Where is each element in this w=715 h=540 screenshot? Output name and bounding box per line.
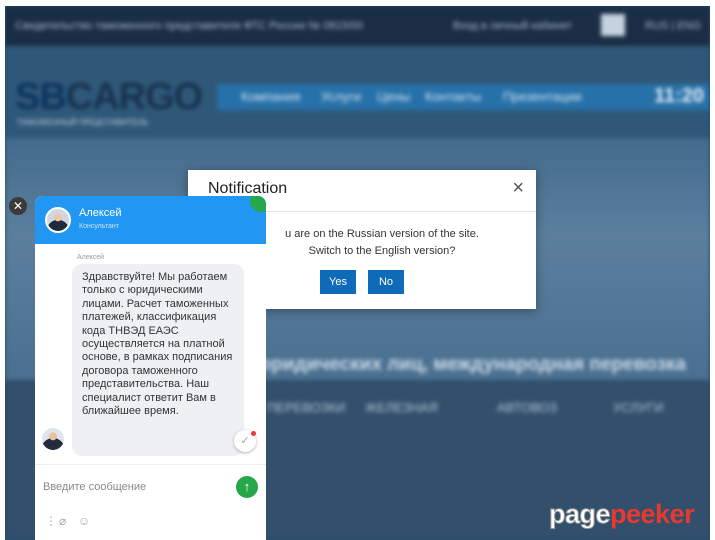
site-header: SBCARGO ТАМОЖЕННЫЙ ПРЕДСТАВИТЕЛЬ Компани… [5, 46, 710, 138]
sbcargo-logo[interactable]: SBCARGO [15, 76, 203, 119]
chat-header: Алексей Консультант [35, 196, 266, 244]
emoji-icon[interactable]: ☺ [78, 514, 90, 528]
close-icon[interactable]: × [512, 178, 524, 198]
online-indicator [250, 196, 266, 212]
login-link[interactable]: Вход в личный кабинет [453, 20, 572, 32]
category-services[interactable]: УСЛУГИ [613, 400, 663, 415]
nav-item-prices[interactable]: Цены [377, 89, 410, 104]
pagepeeker-watermark: pagepeeker [548, 499, 695, 530]
message-avatar [42, 428, 64, 450]
category-auto[interactable]: АВТОВОЗ [497, 400, 557, 415]
logo-sb: SB [15, 76, 67, 118]
header-clock: 11:20 [653, 85, 704, 107]
logo-subtitle: ТАМОЖЕННЫЙ ПРЕДСТАВИТЕЛЬ [17, 118, 149, 127]
main-nav: Компания Услуги Цены Контакты Презентаци… [217, 84, 710, 110]
login-icon[interactable] [601, 14, 625, 36]
screenshot-frame: Свидетельство таможенного представителя … [5, 6, 710, 540]
agent-name: Алексей [79, 207, 122, 219]
yes-button[interactable]: Yes [320, 270, 356, 294]
more-options-icon[interactable]: ⋮ [45, 514, 57, 528]
language-switcher[interactable]: RUS | ENG [645, 20, 701, 32]
logo-cargo: CARGO [65, 76, 203, 118]
chat-widget: Алексей Консультант Алексей Здравствуйте… [35, 196, 266, 540]
site-topbar: Свидетельство таможенного представителя … [5, 6, 710, 46]
chat-close-icon[interactable]: ✕ [9, 197, 27, 215]
send-button[interactable]: ↑ [236, 476, 258, 498]
customs-certificate-text: Свидетельство таможенного представителя … [15, 20, 364, 32]
nav-item-services[interactable]: Услуги [321, 89, 361, 104]
category-railway[interactable]: ЖЕЛЕЗНАЯ [365, 400, 438, 415]
chat-message-bubble: Здравствуйте! Мы работаем только с юриди… [72, 264, 244, 456]
agent-avatar [45, 207, 71, 233]
message-input[interactable] [43, 479, 223, 495]
watermark-page: page [548, 499, 611, 530]
hero-headline: юридических лиц, международная перевозка [255, 354, 686, 375]
nav-item-presentations[interactable]: Презентации [503, 89, 582, 104]
chat-divider [35, 464, 266, 465]
watermark-peeker: peeker [610, 499, 695, 529]
agent-role: Консультант [79, 223, 119, 230]
category-transport[interactable]: ПЕРЕВОЗКИ [267, 400, 345, 415]
notification-dot [251, 431, 256, 436]
message-author: Алексей [77, 254, 105, 261]
attach-icon[interactable]: ⌀ [59, 514, 66, 528]
nav-item-contacts[interactable]: Контакты [425, 89, 481, 104]
no-button[interactable]: No [368, 270, 404, 294]
nav-item-company[interactable]: Компания [241, 89, 301, 104]
